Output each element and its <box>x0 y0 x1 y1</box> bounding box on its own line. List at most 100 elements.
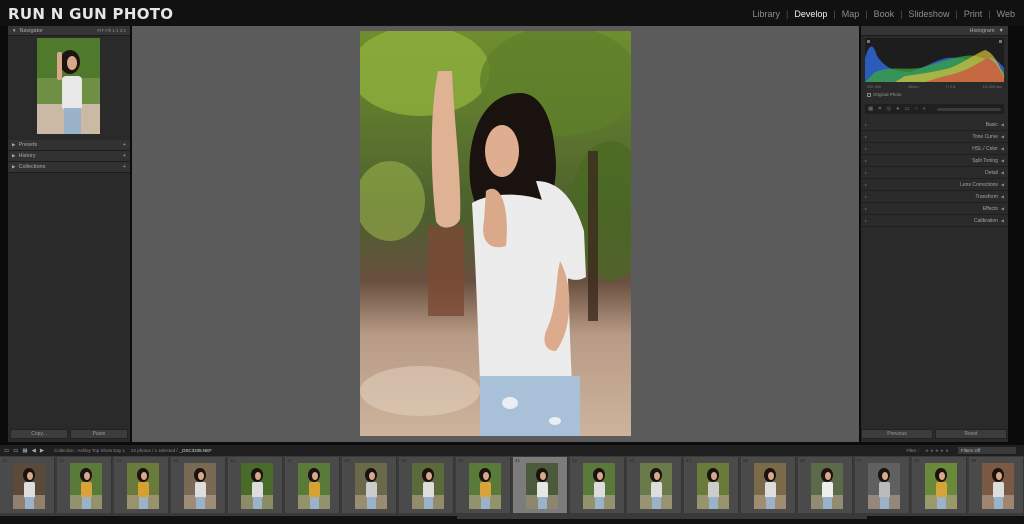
collection-path[interactable]: Collection : Ashley Top Shots Day 1 <box>54 448 125 453</box>
filmstrip-thumbnail[interactable]: 28 <box>912 457 967 513</box>
add-icon[interactable]: + <box>123 164 126 170</box>
secondary-window-icon[interactable]: ▭ <box>13 448 18 454</box>
filmstrip-thumbnail[interactable]: 27 <box>855 457 910 513</box>
filmstrip-thumbnail[interactable]: 25 <box>741 457 796 513</box>
expand-triangle-icon: ▶ <box>12 164 16 169</box>
thumbnail-index: 14 <box>116 458 122 463</box>
crop-icon[interactable]: ⌗ <box>878 106 881 113</box>
red-eye-icon[interactable]: ● <box>896 106 899 112</box>
shutter-value: 1/1,000 sec <box>982 85 1002 89</box>
radial-filter-icon[interactable]: ○ <box>915 106 918 112</box>
navigator-header[interactable]: ▼ Navigator FIT Fill 1:1 3:1 <box>8 26 130 36</box>
filmstrip-thumbnail[interactable]: 26 <box>798 457 853 513</box>
collapse-triangle-icon: ▼ <box>12 28 17 33</box>
filmstrip-thumbnail[interactable]: 23 <box>627 457 682 513</box>
spot-removal-icon[interactable]: ◎ <box>886 106 891 112</box>
forward-arrow-icon[interactable]: ▶ <box>40 448 44 454</box>
filmstrip-scroll-thumb[interactable] <box>457 516 867 519</box>
panel-label: Tone Curve <box>972 133 998 140</box>
module-picker: Library | Develop | Map | Book | Slideshow | Print… <box>751 9 1016 19</box>
grid-overlay-icon[interactable]: ▦ <box>868 106 873 112</box>
collapse-triangle-icon: ◀ <box>1000 146 1004 151</box>
filmstrip-thumbnail[interactable]: 13 <box>57 457 112 513</box>
filmstrip-thumbnail[interactable]: 12 <box>0 457 55 513</box>
left-buttons: Copy... Paste <box>10 429 128 439</box>
paste-button[interactable]: Paste <box>70 429 128 439</box>
main-photo[interactable] <box>360 31 631 436</box>
panel-label: Calibration <box>974 217 998 224</box>
filmstrip-thumbnail[interactable]: 22 <box>570 457 625 513</box>
original-photo-toggle[interactable]: Original Photo <box>861 90 1008 99</box>
aperture-value: f / 2.8 <box>945 85 956 89</box>
filmstrip-thumbnail[interactable]: 21 <box>513 457 568 513</box>
filmstrip-thumbnail[interactable]: 14 <box>114 457 169 513</box>
filter-select[interactable]: Filters Off <box>958 447 1016 454</box>
panel-basic[interactable]: ▸ Basic ◀ <box>861 119 1008 131</box>
module-web[interactable]: Web <box>996 9 1016 19</box>
collapse-triangle-icon: ◀ <box>1000 206 1004 211</box>
module-slideshow[interactable]: Slideshow <box>907 9 950 19</box>
thumbnail-image <box>70 463 102 509</box>
primary-window-icon[interactable]: ▭ <box>4 448 9 454</box>
original-photo-checkbox[interactable] <box>867 92 871 97</box>
panel-history[interactable]: ▶ History + <box>8 151 130 162</box>
expand-arrow-icon: ▸ <box>865 170 868 175</box>
filmstrip-thumbnail[interactable]: 29 <box>969 457 1024 513</box>
panel-lens-corrections[interactable]: ▸ Lens Corrections ◀ <box>861 179 1008 191</box>
histogram[interactable] <box>865 38 1004 82</box>
panel-split-toning[interactable]: ▸ Split Toning ◀ <box>861 155 1008 167</box>
panel-detail[interactable]: ▸ Detail ◀ <box>861 167 1008 179</box>
filmstrip-thumbnail[interactable]: 18 <box>342 457 397 513</box>
navigator-preview[interactable] <box>37 38 100 134</box>
panel-hsl-color[interactable]: ▸ HSL / Color ◀ <box>861 143 1008 155</box>
histogram-label: Histogram <box>969 27 995 34</box>
panel-effects[interactable]: ▸ Effects ◀ <box>861 203 1008 215</box>
back-arrow-icon[interactable]: ◀ <box>32 448 36 454</box>
filmstrip-thumbnail[interactable]: 19 <box>399 457 454 513</box>
tool-slider[interactable] <box>937 107 1001 111</box>
module-book[interactable]: Book <box>873 9 896 19</box>
develop-sections: ▸ Basic ◀ ▸ Tone Curve ◀ ▸ HSL / Color ◀ ▸ Split T… <box>861 119 1008 227</box>
thumbnail-index: 29 <box>971 458 977 463</box>
module-develop[interactable]: Develop <box>793 9 828 19</box>
module-separator: | <box>955 9 958 19</box>
grid-view-icon[interactable]: ▦ <box>22 448 27 454</box>
module-map[interactable]: Map <box>841 9 861 19</box>
panel-tone-curve[interactable]: ▸ Tone Curve ◀ <box>861 131 1008 143</box>
panel-label: Presets <box>18 142 38 148</box>
expand-triangle-icon: ▶ <box>12 153 16 158</box>
current-filename[interactable]: _DSC3335.NEF <box>180 448 212 453</box>
reset-button[interactable]: Reset <box>935 429 1007 439</box>
right-buttons: Previous Reset <box>861 429 1007 439</box>
copy-button[interactable]: Copy... <box>10 429 68 439</box>
panel-transform[interactable]: ▸ Transform ◀ <box>861 191 1008 203</box>
filmstrip-thumbnail[interactable]: 20 <box>456 457 511 513</box>
thumbnail-index: 24 <box>686 458 692 463</box>
navigator-zoom-options[interactable]: FIT Fill 1:1 3:1 <box>97 28 126 33</box>
add-icon[interactable]: + <box>123 153 126 159</box>
module-library[interactable]: Library <box>751 9 781 19</box>
thumbnail-index: 21 <box>515 458 521 463</box>
panel-presets[interactable]: ▶ Presets + <box>8 140 130 151</box>
filmstrip-thumbnail[interactable]: 15 <box>171 457 226 513</box>
filmstrip-thumbnail[interactable]: 17 <box>285 457 340 513</box>
panel-calibration[interactable]: ▸ Calibration ◀ <box>861 215 1008 227</box>
panel-collections[interactable]: ▶ Collections + <box>8 162 130 173</box>
filmstrip-thumbnail[interactable]: 24 <box>684 457 739 513</box>
add-icon[interactable]: + <box>123 142 126 148</box>
previous-button[interactable]: Previous <box>861 429 933 439</box>
thumbnail-index: 28 <box>914 458 920 463</box>
rating-filter-stars[interactable]: ★★★★★ <box>925 448 950 454</box>
panel-label: Transform <box>975 193 998 200</box>
thumbnail-image <box>355 463 387 509</box>
histogram-header[interactable]: Histogram ▼ <box>861 26 1008 36</box>
expand-arrow-icon: ▸ <box>865 158 868 163</box>
thumbnail-image <box>412 463 444 509</box>
module-separator: | <box>785 9 789 19</box>
thumbnail-image <box>640 463 672 509</box>
graduated-filter-icon[interactable]: ▭ <box>904 106 909 112</box>
module-separator: | <box>900 9 903 19</box>
adjustment-brush-icon[interactable]: ◐ <box>923 106 926 112</box>
module-print[interactable]: Print <box>963 9 984 19</box>
filmstrip-thumbnail[interactable]: 16 <box>228 457 283 513</box>
